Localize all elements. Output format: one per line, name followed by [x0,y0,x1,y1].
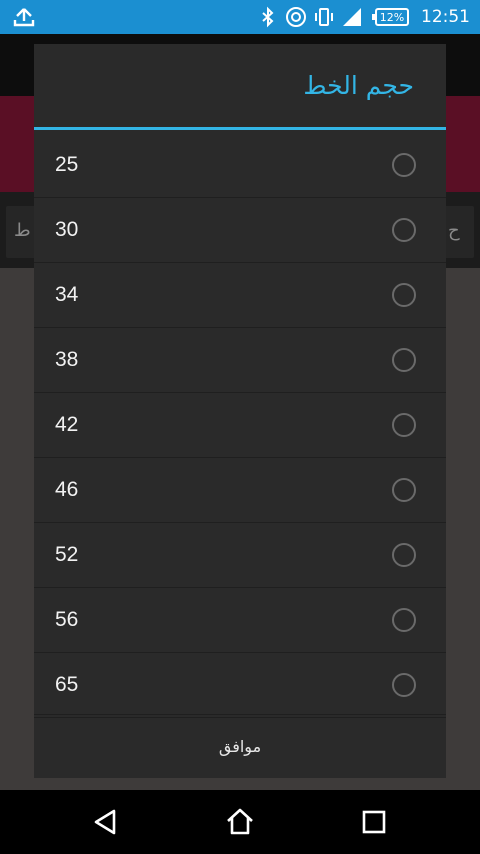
radio-button-icon[interactable] [392,348,416,372]
background-text-right: ح [448,220,460,241]
option-label: 30 [55,218,79,241]
options-list: 25 30 34 38 42 46 52 56 65 [34,133,446,718]
radio-button-icon[interactable] [392,413,416,437]
ok-button[interactable]: موافق [34,714,446,778]
option-label: 34 [55,283,79,306]
vibrate-icon [315,8,333,26]
navigation-bar [0,790,480,854]
option-label: 25 [55,153,79,176]
option-item[interactable]: 65 [34,653,446,718]
option-label: 65 [55,673,79,696]
status-bar: 12% 12:51 [0,0,480,34]
clock: 12:51 [421,7,470,27]
option-item[interactable]: 25 [34,133,446,198]
option-item[interactable]: 30 [34,198,446,263]
bluetooth-icon [262,6,274,28]
option-item[interactable]: 38 [34,328,446,393]
radio-button-icon[interactable] [392,608,416,632]
option-label: 46 [55,478,79,501]
option-item[interactable]: 46 [34,458,446,523]
upload-icon [13,8,35,27]
option-item[interactable]: 56 [34,588,446,653]
dialog-title: حجم الخط [34,44,446,130]
radio-button-icon[interactable] [392,283,416,307]
radio-button-icon[interactable] [392,153,416,177]
font-size-dialog: حجم الخط 25 30 34 38 42 46 52 56 65 مواف… [34,44,446,778]
battery-icon: 12% [372,8,409,26]
radio-button-icon[interactable] [392,218,416,242]
signal-icon [343,8,361,26]
option-label: 38 [55,348,79,371]
option-label: 52 [55,543,79,566]
home-icon[interactable] [224,806,256,838]
battery-level: 12% [379,10,405,24]
recents-icon[interactable] [358,806,390,838]
option-item[interactable]: 34 [34,263,446,328]
option-label: 42 [55,413,79,436]
radio-button-icon[interactable] [392,673,416,697]
option-item[interactable]: 42 [34,393,446,458]
radio-button-icon[interactable] [392,543,416,567]
option-item[interactable]: 52 [34,523,446,588]
back-icon[interactable] [90,806,122,838]
radio-button-icon[interactable] [392,478,416,502]
option-label: 56 [55,608,79,631]
nfc-icon [286,7,306,27]
background-text-left: ط [14,220,31,241]
